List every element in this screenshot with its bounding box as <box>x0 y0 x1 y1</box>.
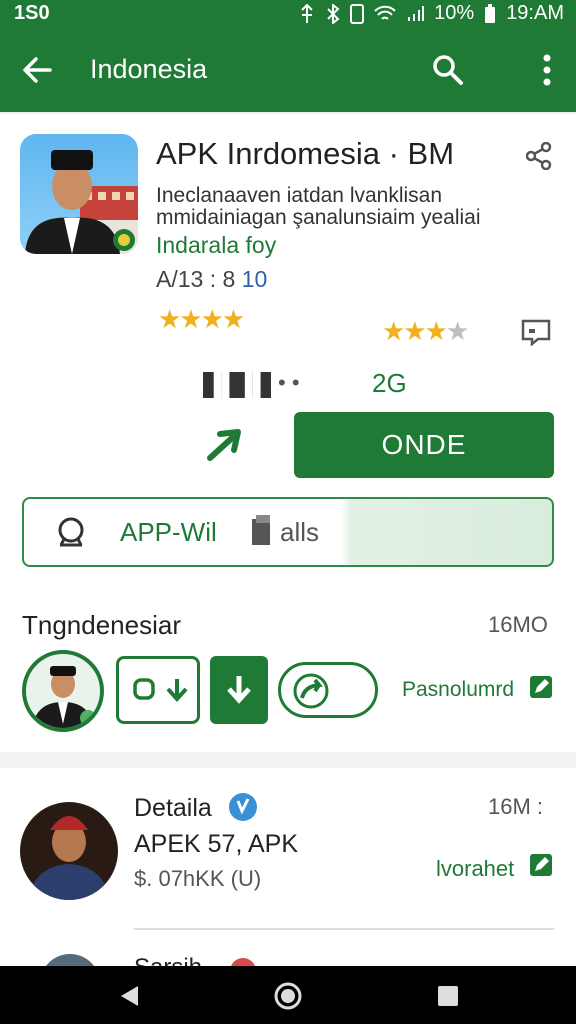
small-rating-stars: ★★★★ <box>158 304 245 334</box>
open-arrow-icon[interactable] <box>206 428 244 462</box>
app-icon[interactable] <box>20 134 138 254</box>
section-action-edit-icon[interactable] <box>530 676 552 698</box>
version-label: A/13 : 8 <box>156 266 236 292</box>
bluetooth-icon <box>327 3 340 24</box>
app-bar-title: Indonesia <box>90 54 208 84</box>
nav-recents-icon[interactable] <box>436 984 460 1008</box>
app-description-line2: mmidainiagan şanalunsiaim yealiai <box>156 206 481 229</box>
app-detail-card: APK Inrdomesia · BM Ineclanaaven iatdan … <box>0 114 576 752</box>
status-time-left: 1S0 <box>14 2 50 24</box>
search-icon[interactable] <box>432 54 464 86</box>
back-arrow-icon[interactable] <box>22 56 52 84</box>
detail-line1: APEK 57, APK <box>134 830 298 858</box>
nav-home-icon[interactable] <box>274 982 302 1010</box>
share-icon[interactable] <box>526 142 552 170</box>
app-icon-image <box>25 150 138 254</box>
detail-action-label[interactable]: lvorahet <box>436 856 514 882</box>
detail-list-card: Detaila APEK 57, APK $. 07hKK (U) 16M : … <box>0 768 576 984</box>
developer-link[interactable]: Indarala foy <box>156 232 276 259</box>
signal-icon <box>408 5 425 21</box>
detail-edit-button[interactable] <box>530 854 552 876</box>
section-action-label[interactable]: Pasnolumrd <box>402 678 514 702</box>
download-chip-button[interactable] <box>116 656 200 724</box>
install-button[interactable]: ONDE <box>294 412 554 478</box>
message-download-icon <box>133 678 188 702</box>
status-bar: 1S0 10% 19:AM <box>0 0 576 28</box>
edit-icon <box>535 857 549 871</box>
version-info: A/13 : 8 10 <box>156 266 267 293</box>
wifi-icon <box>374 5 396 20</box>
system-nav-bar <box>0 966 576 1024</box>
app-title: APK Inrdomesia · BM <box>156 136 455 171</box>
feature-label-a: APP-Wil <box>120 517 217 547</box>
detail-title: Detaila <box>134 794 212 822</box>
status-icons: 10% 19:AM <box>298 2 564 25</box>
nav-back-icon[interactable] <box>118 984 142 1008</box>
usb-icon <box>301 3 313 23</box>
download-icon <box>227 676 251 704</box>
section-avatar[interactable] <box>22 650 104 732</box>
share-chip-button[interactable] <box>278 662 378 718</box>
app-description-line1: Ineclanaaven iatdan lvanklisan <box>156 184 443 207</box>
chat-bot-icon <box>58 517 84 547</box>
detail-line2: $. 07hKK (U) <box>134 866 262 891</box>
sim-icon <box>350 3 365 24</box>
edit-icon <box>535 679 549 693</box>
avatar-image <box>32 666 96 728</box>
feature-bar[interactable]: APP-Wil alls <box>22 497 554 567</box>
detail-avatar-image <box>28 816 110 900</box>
more-vert-icon[interactable] <box>542 54 552 86</box>
detail-count: 16M : <box>488 794 544 819</box>
detail-avatar[interactable] <box>20 802 118 900</box>
verified-icon <box>229 793 257 821</box>
section-count: 16MO <box>488 612 548 637</box>
version-number: 10 <box>241 266 268 292</box>
status-time-right: 19:AM <box>506 2 564 24</box>
section-title: Tngndenesiar <box>22 610 181 640</box>
review-icon[interactable] <box>520 318 552 346</box>
divider <box>134 928 554 930</box>
battery-icon <box>485 3 496 23</box>
battery-percent: 10% <box>434 2 475 24</box>
feature-label-b: alls <box>280 517 320 547</box>
file-icon <box>252 515 270 545</box>
stats-dots: • • <box>278 370 300 395</box>
rating-stars: ★★★★ <box>382 316 469 346</box>
stats-size: 2G <box>372 368 407 398</box>
app-bar: Indonesia <box>0 28 576 112</box>
share-arrow-icon <box>293 673 329 709</box>
stats-left: ▐▌▐▌ <box>203 372 272 398</box>
download-button[interactable] <box>210 656 268 724</box>
